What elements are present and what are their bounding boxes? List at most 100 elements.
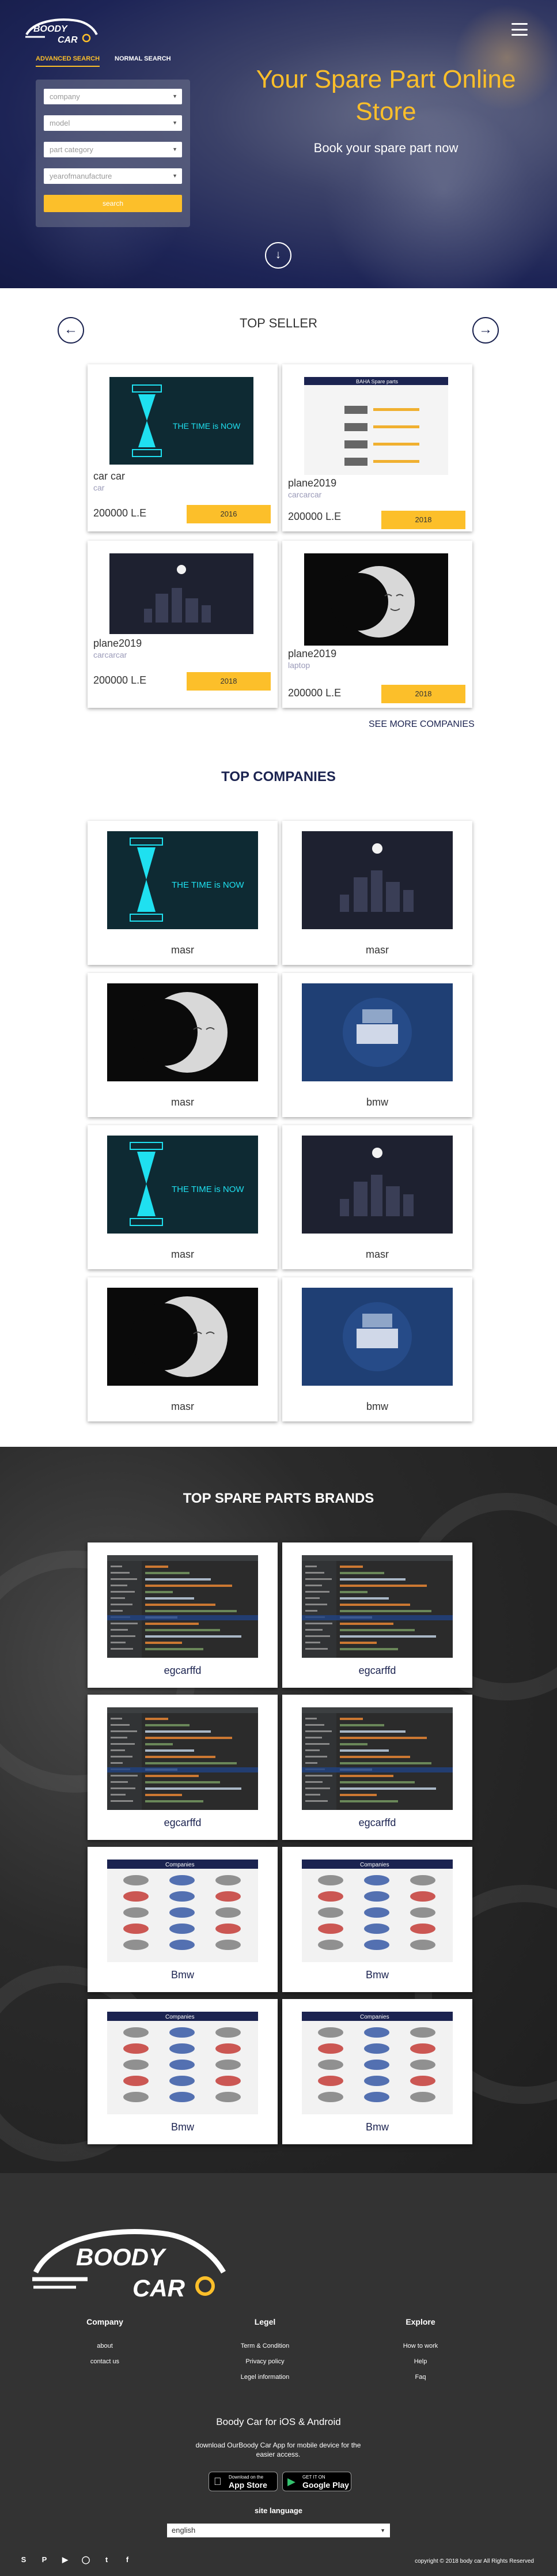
search-button[interactable]: search	[44, 195, 182, 212]
footer-link-help[interactable]: Help	[363, 2358, 478, 2365]
instagram-icon[interactable]: ◯	[79, 2554, 92, 2566]
product-card[interactable]: plane2019 carcarcar 200000 L.E 2018	[88, 541, 278, 708]
google-play-big: Google Play	[302, 2480, 349, 2490]
app-store-button[interactable]:  Download on the App Store	[209, 2472, 278, 2491]
footer-link-privacy[interactable]: Privacy policy	[207, 2358, 323, 2365]
model-select[interactable]: model ▼	[44, 115, 182, 131]
product-card[interactable]: BAHA Spare parts plane2019 carcarcar 200…	[282, 364, 472, 531]
brand-card[interactable]: Companies Bmw	[282, 1847, 472, 1992]
footer-link-faq[interactable]: Faq	[363, 2374, 478, 2381]
product-card[interactable]: THE TIME is NOW car car car 200000 L.E 2…	[88, 364, 278, 531]
company-card[interactable]: bmw	[282, 973, 472, 1117]
footer-link-legal-info[interactable]: Legel information	[207, 2374, 323, 2381]
brand-name: Bmw	[171, 1969, 194, 1981]
social-links: S P ▶ ◯ t f	[17, 2554, 134, 2566]
product-image	[304, 553, 448, 646]
company-image: THE TIME is NOW	[107, 831, 258, 929]
tab-advanced-search[interactable]: ADVANCED SEARCH	[36, 55, 100, 67]
svg-text:Companies: Companies	[360, 1862, 389, 1868]
company-select-value: company	[50, 92, 80, 101]
svg-text:THE TIME is NOW: THE TIME is NOW	[173, 421, 241, 431]
footer-link-how-to-work[interactable]: How to work	[363, 2343, 478, 2349]
company-card[interactable]: masr	[88, 973, 278, 1117]
company-card[interactable]: THE TIME is NOW masr	[88, 1125, 278, 1269]
brand-card[interactable]: egcarffd	[282, 1695, 472, 1840]
chevron-down-icon: ▼	[380, 2528, 385, 2533]
brand-image	[107, 1555, 258, 1658]
footer-logo[interactable]: BOODY CAR	[30, 2219, 232, 2311]
footer-column-legal: Legel Term & Condition Privacy policy Le…	[207, 2317, 323, 2389]
brand-card[interactable]: egcarffd	[88, 1695, 278, 1840]
company-name: masr	[366, 1249, 389, 1260]
company-card[interactable]: bmw	[282, 1277, 472, 1421]
product-image	[109, 553, 253, 634]
company-name: masr	[366, 944, 389, 956]
top-companies-title: TOP COMPANIES	[221, 769, 336, 785]
product-card[interactable]: plane2019 laptop 200000 L.E 2018	[282, 541, 472, 708]
company-name: bmw	[366, 1096, 388, 1108]
company-card[interactable]: masr	[282, 1125, 472, 1269]
company-select[interactable]: company ▼	[44, 89, 182, 104]
brand-card[interactable]: Companies Bmw	[88, 1999, 278, 2144]
year-select[interactable]: yearofmanufacture ▼	[44, 168, 182, 184]
tab-normal-search[interactable]: NORMAL SEARCH	[115, 55, 171, 67]
company-card[interactable]: masr	[88, 1277, 278, 1421]
chevron-down-icon: ▼	[172, 120, 177, 126]
scroll-down-icon[interactable]: ↓	[265, 242, 291, 269]
logo[interactable]: BOODY CAR	[22, 14, 103, 48]
company-image	[302, 1288, 453, 1386]
company-name: masr	[171, 1249, 194, 1260]
part-category-select-value: part category	[50, 145, 93, 154]
logo-text-2: CAR	[58, 35, 78, 45]
footer-column-company: Company about contact us	[47, 2317, 162, 2374]
product-image: THE TIME is NOW	[109, 377, 253, 465]
see-more-companies-link[interactable]: SEE MORE COMPANIES	[369, 719, 475, 730]
brand-image	[302, 1555, 453, 1658]
company-image	[107, 983, 258, 1081]
company-card[interactable]: THE TIME is NOW masr	[88, 821, 278, 965]
svg-text:Companies: Companies	[360, 2014, 389, 2020]
logo-text-1: BOODY	[33, 24, 68, 34]
footer-link-contact[interactable]: contact us	[47, 2358, 162, 2365]
footer-link-terms[interactable]: Term & Condition	[207, 2343, 323, 2349]
hamburger-menu-icon[interactable]	[511, 23, 528, 36]
pinterest-icon[interactable]: P	[38, 2554, 51, 2566]
product-price: 200000 L.E	[93, 674, 147, 686]
chevron-down-icon: ▼	[172, 173, 177, 179]
brand-card[interactable]: egcarffd	[282, 1542, 472, 1688]
brand-image: Companies	[302, 1860, 453, 1962]
brand-card[interactable]: Companies Bmw	[88, 1847, 278, 1992]
arrow-left-icon[interactable]: ←	[58, 317, 84, 344]
brand-card[interactable]: egcarffd	[88, 1542, 278, 1688]
brand-name: Bmw	[366, 2121, 389, 2133]
facebook-icon[interactable]: f	[121, 2554, 134, 2566]
language-title: site language	[254, 2506, 303, 2515]
arrow-right-icon[interactable]: →	[472, 317, 499, 344]
product-name: car car	[93, 470, 126, 482]
svg-text:Companies: Companies	[165, 1862, 195, 1868]
chevron-down-icon: ▼	[172, 93, 177, 99]
youtube-icon[interactable]: ▶	[59, 2554, 71, 2566]
product-category: laptop	[288, 661, 310, 670]
product-year-badge: 2018	[381, 685, 465, 703]
app-subtitle: download OurBoody Car App for mobile dev…	[195, 2441, 361, 2458]
search-form: company ▼ model ▼ part category ▼ yearofman…	[36, 80, 190, 227]
product-year-badge: 2016	[187, 505, 271, 523]
brand-card[interactable]: Companies Bmw	[282, 1999, 472, 2144]
brand-image	[302, 1707, 453, 1810]
google-play-small: GET IT ON	[302, 2475, 325, 2480]
brands-title: TOP SPARE PARTS BRANDS	[183, 1491, 374, 1506]
footer-logo-text-1: BOODY	[76, 2243, 167, 2270]
hero-section: BOODY CAR ADVANCED SEARCH NORMAL SEARCH …	[0, 0, 557, 288]
footer-link-about[interactable]: about	[47, 2343, 162, 2349]
company-card[interactable]: masr	[282, 821, 472, 965]
part-category-select[interactable]: part category ▼	[44, 142, 182, 157]
apple-icon: 	[214, 2476, 222, 2488]
product-category: carcarcar	[93, 650, 127, 659]
skype-icon[interactable]: S	[17, 2554, 30, 2566]
brand-image: Companies	[107, 1860, 258, 1962]
language-select[interactable]: english ▼	[167, 2524, 390, 2537]
twitter-icon[interactable]: t	[100, 2554, 113, 2566]
google-play-button[interactable]: ▶ GET IT ON Google Play	[282, 2472, 351, 2491]
google-play-icon: ▶	[287, 2476, 295, 2487]
